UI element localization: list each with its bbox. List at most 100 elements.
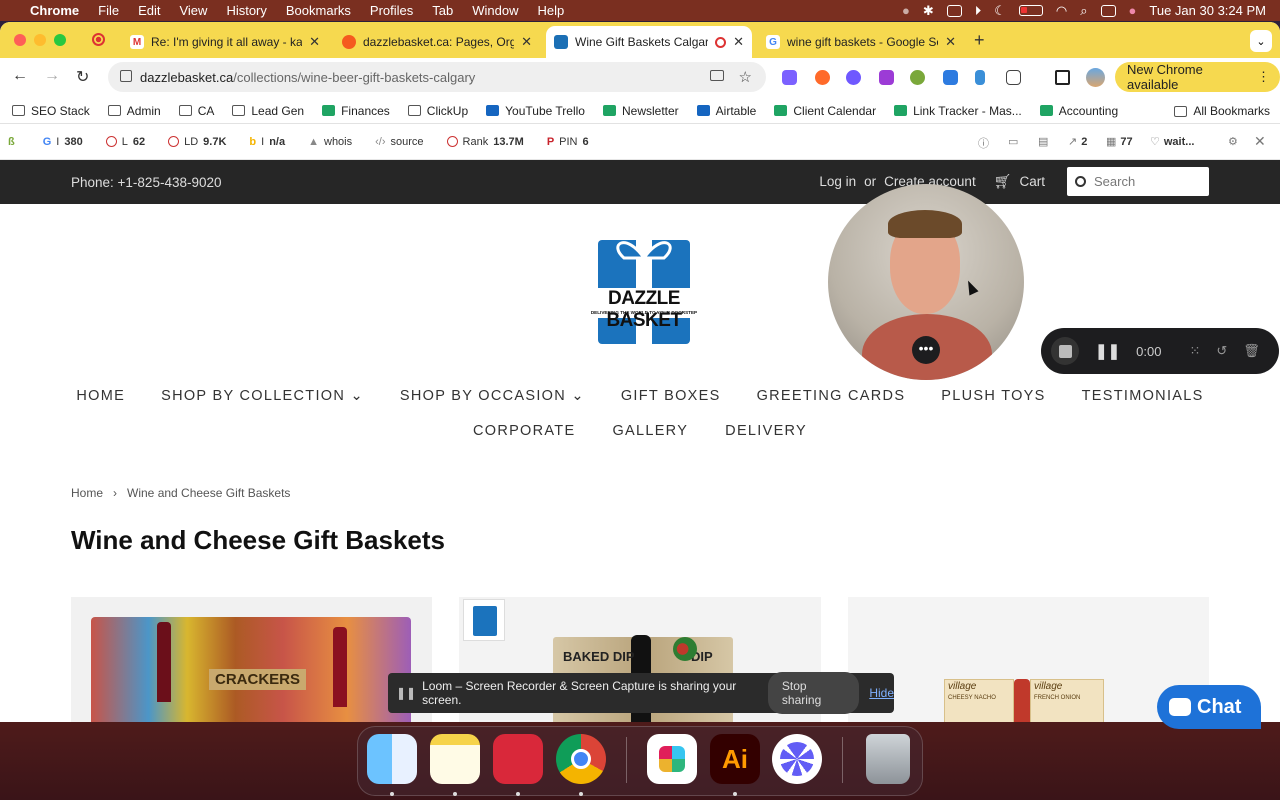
camera-icon[interactable] bbox=[710, 70, 724, 81]
tab-seo-tool[interactable]: dazzlebasket.ca: Pages, Orga ✕ bbox=[334, 26, 540, 58]
expressvpn-icon[interactable] bbox=[493, 734, 543, 784]
extension-reddit-icon[interactable] bbox=[815, 70, 830, 85]
nav-gallery[interactable]: GALLERY bbox=[612, 423, 688, 439]
new-tab-button[interactable]: + bbox=[974, 30, 985, 51]
nav-corporate[interactable]: CORPORATE bbox=[473, 423, 575, 439]
menu-tab[interactable]: Tab bbox=[432, 3, 453, 18]
loom-options-button[interactable]: ••• bbox=[912, 336, 940, 364]
siri-icon[interactable]: ● bbox=[1129, 3, 1137, 18]
battery-icon[interactable] bbox=[1018, 5, 1043, 16]
brightness-icon[interactable]: ✱ bbox=[923, 3, 934, 19]
profile-avatar[interactable] bbox=[1086, 68, 1105, 87]
notes-icon[interactable] bbox=[430, 734, 480, 784]
seo-wait[interactable]: ♡ wait... bbox=[1150, 135, 1194, 149]
nav-delivery[interactable]: DELIVERY bbox=[725, 423, 807, 439]
cart-icon[interactable]: 🛒︎ bbox=[994, 173, 1012, 190]
close-tab-icon[interactable]: ✕ bbox=[733, 34, 744, 50]
seo-pinterest[interactable]: P PIN 6 bbox=[547, 136, 589, 148]
bookmark-star-icon[interactable]: ☆ bbox=[739, 68, 752, 86]
loom-restart-icon[interactable]: ↺ bbox=[1216, 343, 1227, 359]
illustrator-icon[interactable]: Ai bbox=[710, 734, 760, 784]
nav-shop-by-collection[interactable]: SHOP BY COLLECTION ⌄ bbox=[161, 388, 364, 404]
bookmark-finances[interactable]: Finances bbox=[322, 104, 390, 118]
trash-icon[interactable] bbox=[866, 734, 910, 784]
bookmark-clickup[interactable]: ClickUp bbox=[407, 104, 468, 118]
menu-file[interactable]: File bbox=[98, 3, 119, 18]
seoquake-logo-icon[interactable]: ß bbox=[8, 136, 15, 148]
bookmark-accounting[interactable]: Accounting bbox=[1039, 104, 1118, 118]
seo-links[interactable]: L 62 bbox=[105, 136, 145, 148]
seo-source[interactable]: ‹/› source bbox=[375, 136, 423, 148]
nav-plush-toys[interactable]: PLUSH TOYS bbox=[941, 388, 1045, 404]
nav-home[interactable]: HOME bbox=[76, 388, 125, 404]
bookmark-lead-gen[interactable]: Lead Gen bbox=[232, 104, 304, 118]
seo-monitor-icon[interactable]: ▭ bbox=[1008, 135, 1018, 148]
reload-button[interactable]: ↻ bbox=[76, 67, 89, 87]
loom-pause-button[interactable]: ❚❚ bbox=[1095, 342, 1120, 360]
extension-blue-icon[interactable] bbox=[943, 70, 958, 85]
spotlight-icon[interactable]: ⌕ bbox=[1080, 3, 1087, 19]
login-link[interactable]: Log in bbox=[819, 174, 856, 189]
seo-google-index[interactable]: G I 380 bbox=[43, 136, 83, 148]
seo-rank[interactable]: Rank 13.7M bbox=[446, 136, 524, 148]
nav-greeting-cards[interactable]: GREETING CARDS bbox=[757, 388, 906, 404]
chat-widget-button[interactable]: Chat bbox=[1157, 685, 1261, 729]
menu-window[interactable]: Window bbox=[472, 3, 518, 18]
loom-delete-icon[interactable]: 🗑︎ bbox=[1243, 343, 1260, 359]
menu-edit[interactable]: Edit bbox=[138, 3, 160, 18]
tab-wine-gift-baskets[interactable]: Wine Gift Baskets Calgary ✕ bbox=[546, 26, 752, 58]
close-tab-icon[interactable]: ✕ bbox=[945, 34, 956, 50]
bookmark-ca[interactable]: CA bbox=[178, 104, 214, 118]
breadcrumb-home[interactable]: Home bbox=[71, 486, 103, 500]
tab-search-button[interactable]: ⌄ bbox=[1250, 30, 1272, 52]
more-menu-icon[interactable]: ⋮ bbox=[1257, 69, 1270, 85]
moon-icon[interactable]: ☾ bbox=[994, 3, 1006, 19]
bookmark-airtable[interactable]: Airtable bbox=[696, 104, 756, 118]
all-bookmarks-button[interactable]: All Bookmarks bbox=[1174, 104, 1270, 118]
play-icon[interactable]: ⏵ bbox=[975, 3, 982, 19]
bookmark-client-calendar[interactable]: Client Calendar bbox=[774, 104, 876, 118]
extension-chat-icon[interactable] bbox=[879, 70, 894, 85]
loom-stop-button[interactable] bbox=[1051, 337, 1079, 365]
loom-camera-bubble[interactable]: ••• bbox=[828, 184, 1024, 380]
bookmark-newsletter[interactable]: Newsletter bbox=[602, 104, 679, 118]
bookmark-youtube-trello[interactable]: YouTube Trello bbox=[486, 104, 585, 118]
back-button[interactable]: ← bbox=[12, 67, 28, 85]
seo-whois[interactable]: ▲ whois bbox=[308, 136, 352, 148]
menu-help[interactable]: Help bbox=[538, 3, 565, 18]
cart-link[interactable]: Cart bbox=[1019, 174, 1045, 189]
loom-icon[interactable] bbox=[772, 734, 822, 784]
tab-google-search[interactable]: G wine gift baskets - Google Se ✕ bbox=[758, 26, 964, 58]
loom-drawing-icon[interactable]: ⁙ bbox=[1189, 343, 1200, 359]
seo-doc-icon[interactable]: ▤ bbox=[1038, 135, 1048, 148]
zoom-window-button[interactable] bbox=[54, 34, 66, 46]
extension-gear-icon[interactable] bbox=[846, 70, 861, 85]
address-bar[interactable]: dazzlebasket.ca/collections/wine-beer-gi… bbox=[108, 62, 766, 92]
menu-app-name[interactable]: Chrome bbox=[30, 3, 79, 18]
seo-external-links[interactable]: ↗ 2 bbox=[1068, 135, 1087, 149]
menu-bookmarks[interactable]: Bookmarks bbox=[286, 3, 351, 18]
close-tab-icon[interactable]: ✕ bbox=[309, 34, 320, 50]
nav-gift-boxes[interactable]: GIFT BOXES bbox=[621, 388, 721, 404]
minimize-window-button[interactable] bbox=[34, 34, 46, 46]
seo-settings-icon[interactable]: ⚙ bbox=[1228, 135, 1238, 148]
dazzle-basket-logo[interactable]: DAZZLE BASKET DELIVERING THE WORLD TO YO… bbox=[578, 230, 710, 348]
seo-bing-index[interactable]: b In/a bbox=[249, 136, 285, 148]
wifi-icon[interactable]: ◠ bbox=[1056, 3, 1067, 19]
menu-history[interactable]: History bbox=[226, 3, 266, 18]
seo-close-icon[interactable]: ✕ bbox=[1254, 133, 1266, 150]
hide-button[interactable]: Hide bbox=[869, 686, 894, 700]
mic-icon[interactable]: ● bbox=[902, 3, 910, 18]
product-card-3[interactable]: village CHEESY NACHO village FRENCH ONIO… bbox=[848, 597, 1209, 722]
product-card-1[interactable]: CRACKERS bbox=[71, 597, 432, 722]
extension-d-icon[interactable] bbox=[782, 70, 797, 85]
bookmark-admin[interactable]: Admin bbox=[107, 104, 161, 118]
menu-view[interactable]: View bbox=[179, 3, 207, 18]
extensions-puzzle-icon[interactable] bbox=[1006, 70, 1021, 85]
bookmark-link-tracker[interactable]: Link Tracker - Mas... bbox=[894, 104, 1022, 118]
site-search-input[interactable]: Search bbox=[1067, 167, 1209, 196]
stop-sharing-button[interactable]: Stop sharing bbox=[767, 672, 860, 714]
nav-shop-by-occasion[interactable]: SHOP BY OCCASION ⌄ bbox=[400, 388, 585, 404]
tab-gmail[interactable]: M Re: I'm giving it all away - kai ✕ bbox=[122, 26, 328, 58]
menu-profiles[interactable]: Profiles bbox=[370, 3, 413, 18]
